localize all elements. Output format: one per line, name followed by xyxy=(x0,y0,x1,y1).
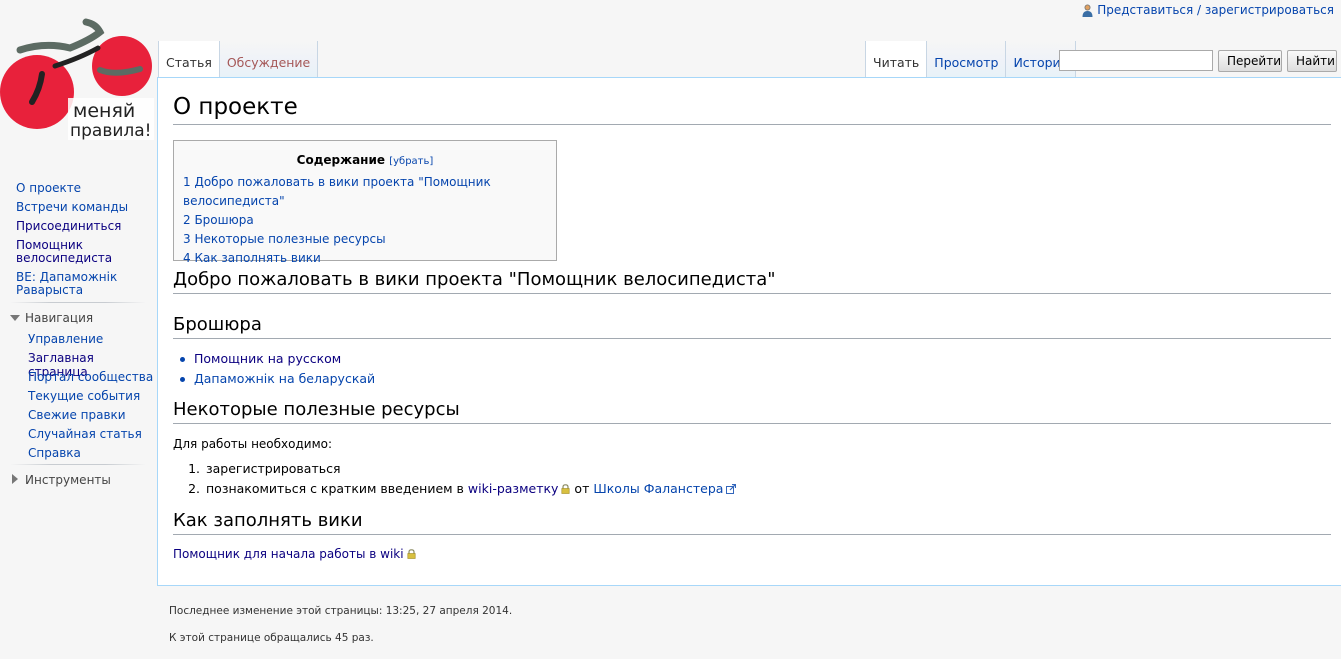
sidebar-item-about[interactable]: О проекте xyxy=(16,182,148,195)
nav-item-help[interactable]: Справка xyxy=(28,446,81,460)
section-heading-resources: Некоторые полезные ресурсы xyxy=(173,399,460,420)
footer-views: К этой странице обращались 45 раз. xyxy=(169,632,374,644)
triangle-down-icon xyxy=(10,311,20,325)
tab-view-source[interactable]: Просмотр xyxy=(927,41,1007,77)
section-heading-welcome: Добро пожаловать в вики проекта "Помощни… xyxy=(173,269,776,290)
logo-line2: правила! xyxy=(70,121,152,141)
section-heading-brochure: Брошюра xyxy=(173,314,262,335)
search-input[interactable] xyxy=(1059,50,1213,71)
page-title: О проекте xyxy=(173,94,298,120)
tab-discussion[interactable]: Обсуждение xyxy=(219,41,319,77)
nav-item-management[interactable]: Управление xyxy=(28,332,103,346)
nav-item-recent-changes[interactable]: Свежие правки xyxy=(28,408,126,422)
table-of-contents: Содержание [убрать] 1 Добро пожаловать в… xyxy=(173,140,557,265)
toc-item[interactable]: 1 Добро пожаловать в вики проекта "Помощ… xyxy=(183,175,491,208)
section-heading-howto: Как заполнять вики xyxy=(173,510,363,531)
navigation-heading[interactable]: Навигация xyxy=(10,311,93,325)
tab-read[interactable]: Читать xyxy=(865,41,928,77)
list-item: 1. зарегистрироваться xyxy=(188,461,341,476)
tab-article[interactable]: Статья xyxy=(158,41,220,77)
section-divider xyxy=(173,338,1331,339)
brochure-link-ru[interactable]: Помощник на русском xyxy=(194,351,341,366)
list-item: Дапаможнік на беларускай xyxy=(180,369,375,389)
toc-toggle[interactable]: [убрать] xyxy=(389,156,433,167)
navigation-title: Навигация xyxy=(25,311,94,325)
search-button[interactable]: Найти xyxy=(1287,50,1337,72)
namespace-tabs: Статья Обсуждение xyxy=(158,41,319,77)
tab-view-source-label[interactable]: Просмотр xyxy=(934,55,998,70)
sidebar-item-join[interactable]: Присоединиться xyxy=(16,220,148,233)
sidebar-item-cyclist-helper[interactable]: Помощник велосипедиста xyxy=(16,239,148,265)
toc-item[interactable]: 2 Брошюра xyxy=(183,213,254,227)
site-logo[interactable]: меняй правила! xyxy=(0,14,156,142)
howto-link[interactable]: Помощник для начала работы в wiki xyxy=(173,547,404,561)
logo-line1: меняй xyxy=(73,100,135,122)
step-text: от xyxy=(574,481,590,496)
sidebar-divider xyxy=(10,464,146,465)
nav-item-current-events[interactable]: Текущие события xyxy=(28,389,140,403)
sidebar-item-be-helper[interactable]: BE: Дапаможнік Раварыста xyxy=(16,271,148,297)
brochure-list: Помощник на русском Дапаможнік на белару… xyxy=(180,349,375,389)
lock-icon xyxy=(561,480,570,494)
step-text: зарегистрироваться xyxy=(206,461,341,476)
brochure-link-be[interactable]: Дапаможнік на беларускай xyxy=(194,371,375,386)
footer-lastmod: Последнее изменение этой страницы: 13:25… xyxy=(169,605,513,617)
wiki-markup-link[interactable]: wiki-разметку xyxy=(468,481,559,496)
user-icon xyxy=(1082,4,1093,17)
toc-item[interactable]: 3 Некоторые полезные ресурсы xyxy=(183,232,386,246)
content-area: О проекте Содержание [убрать] 1 Добро по… xyxy=(157,77,1341,586)
section-divider xyxy=(173,534,1331,535)
login-link[interactable]: Представиться / зарегистрироваться xyxy=(1097,3,1334,17)
title-divider xyxy=(173,124,1331,125)
section-divider xyxy=(173,423,1331,424)
resources-steps: 1. зарегистрироваться 2. познакомиться с к… xyxy=(183,459,737,499)
tools-heading[interactable]: Инструменты xyxy=(10,473,111,487)
toc-title: Содержание xyxy=(296,153,386,167)
tab-discussion-label[interactable]: Обсуждение xyxy=(227,55,310,70)
sidebar-divider xyxy=(10,302,146,303)
tab-article-label[interactable]: Статья xyxy=(166,55,212,70)
toc-heading: Содержание [убрать] xyxy=(174,153,556,167)
external-link-icon xyxy=(726,480,737,494)
nav-item-community-portal[interactable]: Портал сообщества xyxy=(28,370,153,384)
list-item: Помощник на русском xyxy=(180,349,375,369)
sidebar-item-meetings[interactable]: Встречи команды xyxy=(16,201,148,214)
tab-read-label[interactable]: Читать xyxy=(873,55,919,70)
phalanster-link[interactable]: Школы Фаланстера xyxy=(593,481,723,496)
triangle-right-icon xyxy=(10,473,20,487)
howto-paragraph: Помощник для начала работы в wiki xyxy=(173,547,416,561)
personal-tools: Представиться / зарегистрироваться xyxy=(1082,3,1334,17)
go-button[interactable]: Перейти xyxy=(1218,50,1282,72)
step-text: познакомиться с кратким введением в xyxy=(206,481,464,496)
section-divider xyxy=(173,293,1331,294)
view-tabs: Читать Просмотр История xyxy=(865,41,1077,77)
toc-item[interactable]: 4 Как заполнять вики xyxy=(183,251,321,265)
tools-title: Инструменты xyxy=(25,473,111,487)
lock-icon xyxy=(407,548,416,559)
resources-intro: Для работы необходимо: xyxy=(173,437,333,451)
list-item: 2. познакомиться с кратким введением в wi… xyxy=(183,479,737,499)
nav-item-random-article[interactable]: Случайная статья xyxy=(28,427,142,441)
